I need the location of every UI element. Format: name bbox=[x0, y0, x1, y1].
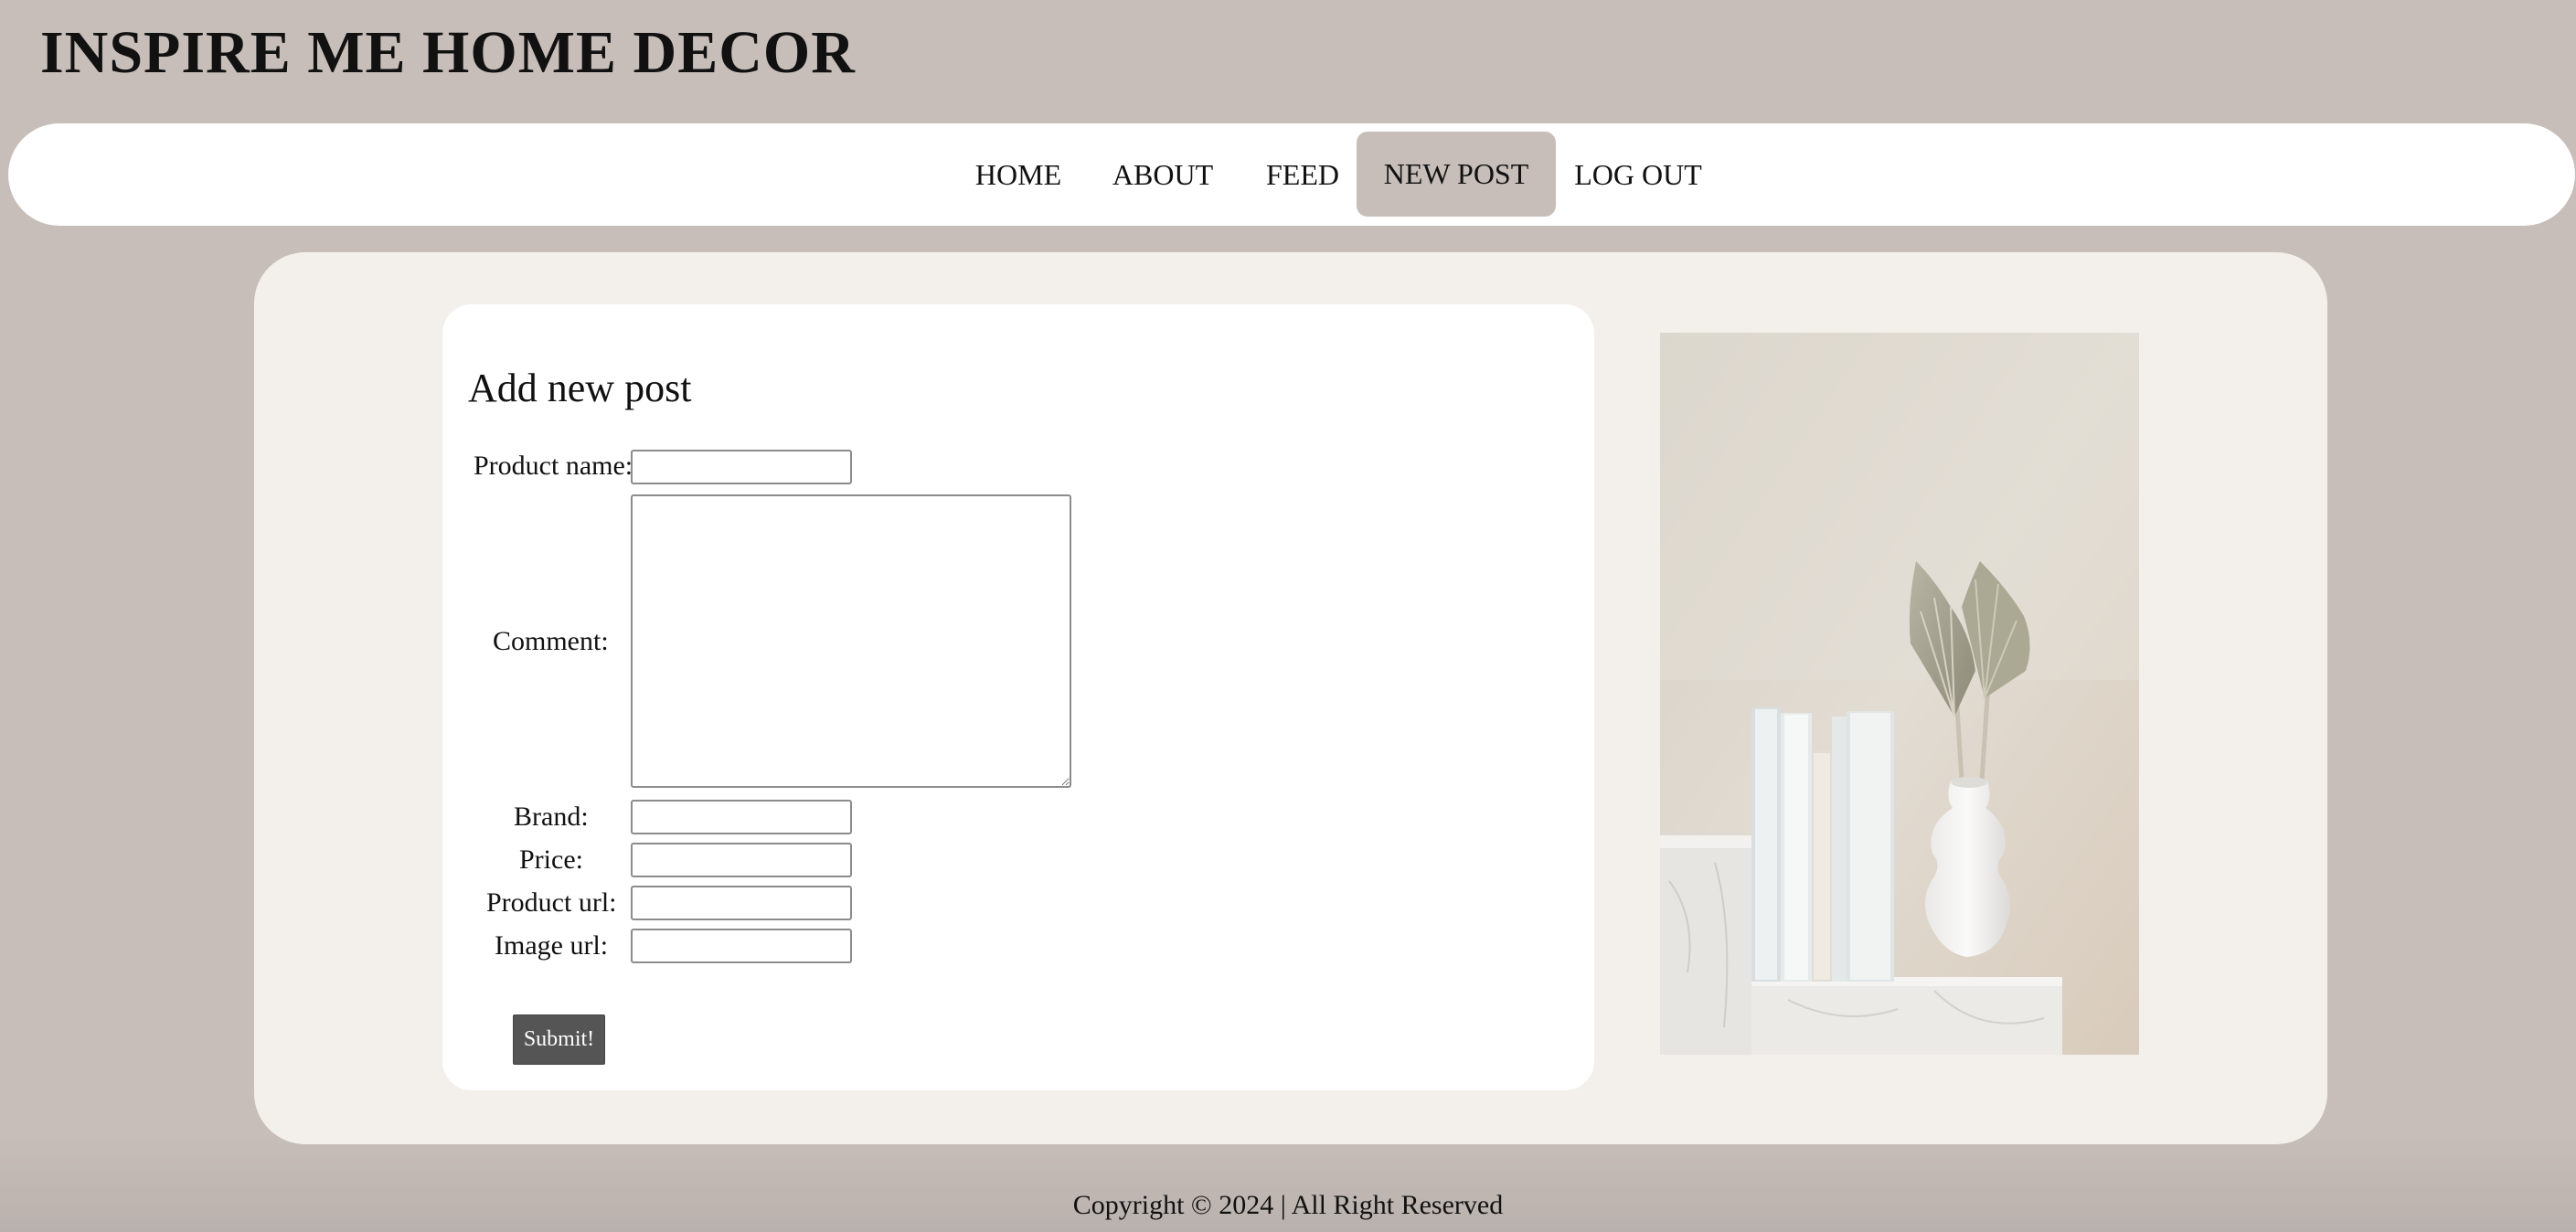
nav-list: HOME ABOUT FEED NEW POST LOG OUT bbox=[8, 123, 2575, 226]
brand-input[interactable] bbox=[631, 800, 852, 834]
books-and-vase-decor-photo-icon bbox=[1660, 333, 2139, 1055]
nav-item-home[interactable]: HOME bbox=[968, 123, 1069, 226]
main-card: Add new post Product name: Comment: Bran… bbox=[254, 252, 2327, 1144]
comment-textarea[interactable] bbox=[631, 494, 1071, 788]
form-heading: Add new post bbox=[468, 366, 692, 410]
product-name-label: Product name: bbox=[474, 451, 633, 481]
price-label: Price: bbox=[519, 844, 583, 875]
product-url-label: Product url: bbox=[486, 887, 617, 918]
nav-item-about[interactable]: ABOUT bbox=[1102, 123, 1223, 226]
product-url-input[interactable] bbox=[631, 886, 852, 920]
brand-label: Brand: bbox=[514, 802, 589, 832]
image-url-label: Image url: bbox=[495, 930, 609, 961]
product-name-input[interactable] bbox=[631, 450, 852, 484]
submit-button[interactable]: Submit! bbox=[513, 1014, 605, 1065]
nav-item-feed[interactable]: FEED bbox=[1255, 123, 1350, 226]
site-title: INSPIRE ME HOME DECOR bbox=[40, 19, 856, 86]
main-navbar: HOME ABOUT FEED NEW POST LOG OUT bbox=[8, 123, 2575, 226]
nav-item-new-post[interactable]: NEW POST bbox=[1357, 132, 1556, 217]
new-post-form-card: Add new post Product name: Comment: Bran… bbox=[442, 304, 1594, 1090]
nav-item-log-out[interactable]: LOG OUT bbox=[1566, 123, 1710, 226]
comment-label: Comment: bbox=[493, 626, 609, 656]
price-input[interactable] bbox=[631, 843, 852, 877]
footer-copyright: Copyright © 2024 | All Right Reserved bbox=[1072, 1190, 1504, 1220]
image-url-input[interactable] bbox=[631, 929, 852, 963]
